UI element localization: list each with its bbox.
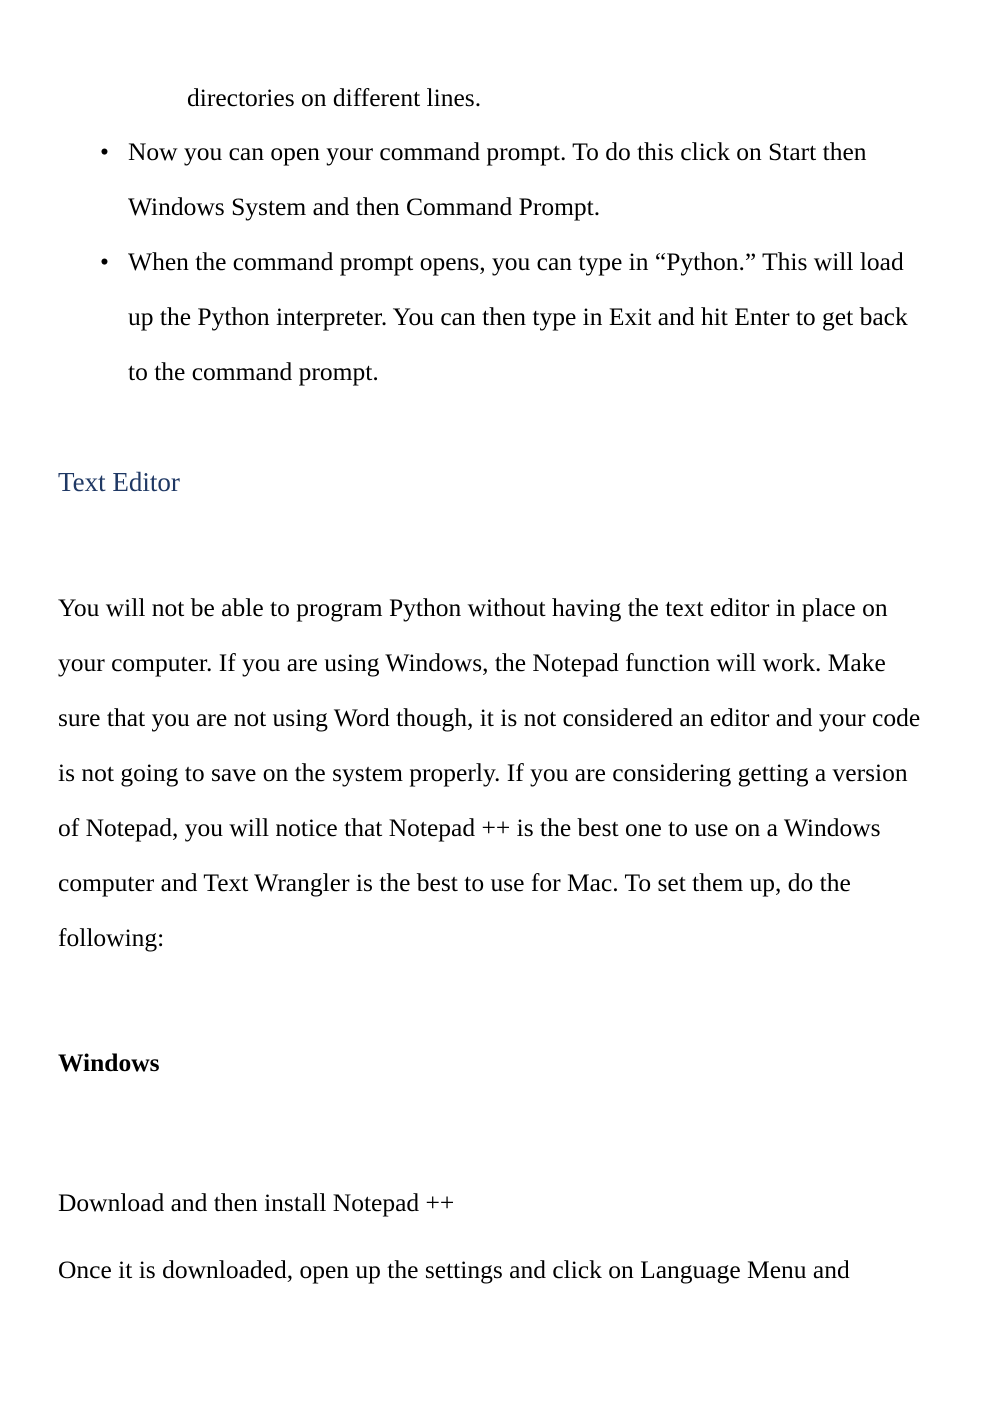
body-paragraph: You will not be able to program Python w… xyxy=(58,593,921,952)
list-item: • When the command prompt opens, you can… xyxy=(0,234,993,399)
bullet-point-icon: • xyxy=(100,247,109,276)
document-page: directories on different lines. • Now yo… xyxy=(0,0,993,1404)
section-heading-text-editor: Text Editor xyxy=(58,467,180,497)
bullet-list: • Now you can open your command prompt. … xyxy=(0,124,993,399)
subsection-heading-windows: Windows xyxy=(58,1048,160,1077)
list-item-label: When the command prompt opens, you can t… xyxy=(128,247,908,386)
paragraph-continuation-line: directories on different lines. xyxy=(187,83,482,112)
instruction-line-settings: Once it is downloaded, open up the setti… xyxy=(58,1255,850,1284)
list-item: • Now you can open your command prompt. … xyxy=(0,124,993,234)
instruction-line-download: Download and then install Notepad ++ xyxy=(58,1188,455,1217)
list-item-label: Now you can open your command prompt. To… xyxy=(128,137,867,221)
bullet-point-icon: • xyxy=(100,137,109,166)
